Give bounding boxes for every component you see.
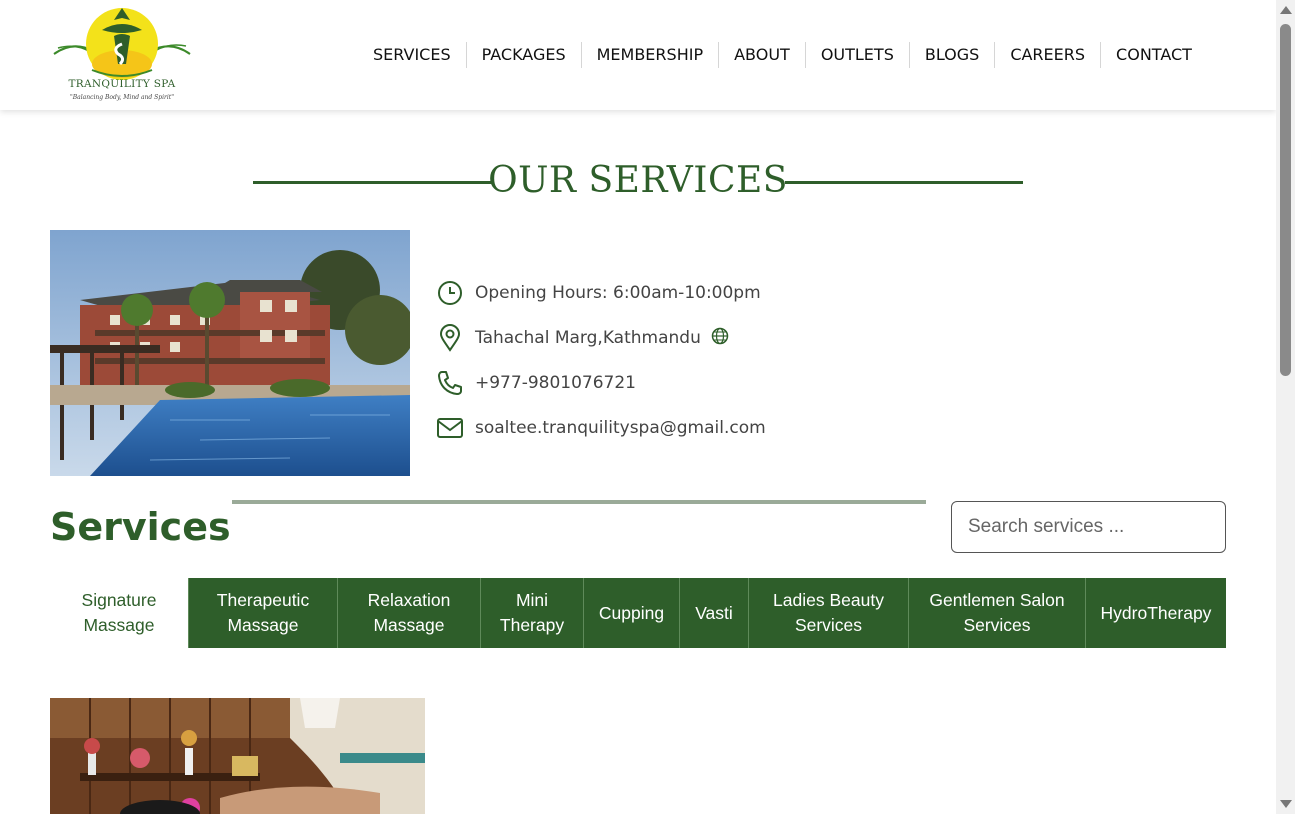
services-heading: Services: [50, 505, 231, 549]
tab-hydrotherapy[interactable]: HydroTherapy: [1085, 578, 1226, 648]
nav-blogs[interactable]: BLOGS: [908, 42, 994, 68]
phone[interactable]: +977-9801076721: [436, 360, 766, 405]
tab-vasti[interactable]: Vasti: [679, 578, 748, 648]
tab-signature-massage[interactable]: Signature Massage: [50, 578, 188, 648]
search-input[interactable]: [951, 501, 1226, 553]
service-tabs: Signature Massage Therapeutic Massage Re…: [50, 578, 1226, 648]
tab-relaxation-massage[interactable]: Relaxation Massage: [337, 578, 480, 648]
page-scrollbar[interactable]: [1276, 0, 1295, 814]
logo-wordmark: TRANQUILITY SPA: [68, 78, 176, 90]
tab-therapeutic-massage[interactable]: Therapeutic Massage: [188, 578, 337, 648]
email[interactable]: soaltee.tranquilityspa@gmail.com: [436, 405, 766, 450]
clock-icon: [436, 279, 464, 307]
service-photo[interactable]: [50, 698, 425, 814]
title-divider-left: [253, 181, 491, 184]
nav-services[interactable]: SERVICES: [358, 42, 466, 68]
nav-outlets[interactable]: OUTLETS: [804, 42, 909, 68]
opening-hours: Opening Hours: 6:00am-10:00pm: [436, 270, 766, 315]
phone-text[interactable]: +977-9801076721: [475, 373, 636, 393]
address-text: Tahachal Marg,Kathmandu: [475, 327, 701, 348]
outlet-info: Opening Hours: 6:00am-10:00pm Tahachal M…: [436, 270, 766, 450]
title-divider-right: [785, 181, 1023, 184]
nav-membership[interactable]: MEMBERSHIP: [580, 42, 718, 68]
outlet-photo: [50, 230, 410, 476]
mail-icon: [436, 414, 464, 442]
tab-gentlemen-salon-services[interactable]: Gentlemen Salon Services: [908, 578, 1085, 648]
tab-cupping[interactable]: Cupping: [583, 578, 679, 648]
scroll-thumb[interactable]: [1280, 24, 1291, 376]
logo-emblem-icon: [53, 8, 191, 80]
scroll-up-icon[interactable]: [1280, 6, 1292, 14]
email-text[interactable]: soaltee.tranquilityspa@gmail.com: [475, 418, 766, 438]
services-divider: [232, 500, 926, 504]
logo[interactable]: [52, 4, 192, 106]
globe-icon[interactable]: [711, 327, 729, 349]
main-nav: SERVICES PACKAGES MEMBERSHIP ABOUT OUTLE…: [358, 42, 1207, 68]
opening-hours-text: Opening Hours: 6:00am-10:00pm: [475, 282, 761, 303]
nav-about[interactable]: ABOUT: [718, 42, 805, 68]
site-header: TRANQUILITY SPA "Balancing Body, Mind an…: [0, 0, 1276, 110]
nav-contact[interactable]: CONTACT: [1100, 42, 1207, 68]
nav-packages[interactable]: PACKAGES: [465, 42, 581, 68]
phone-icon: [436, 369, 464, 397]
address: Tahachal Marg,Kathmandu: [436, 315, 766, 360]
section-title: OUR SERVICES: [0, 160, 1276, 201]
nav-careers[interactable]: CAREERS: [994, 42, 1100, 68]
page-title: OUR SERVICES: [488, 160, 788, 201]
logo-tagline: "Balancing Body, Mind and Spirit": [70, 94, 174, 101]
scroll-down-icon[interactable]: [1280, 800, 1292, 808]
map-pin-icon: [436, 323, 464, 352]
tab-mini-therapy[interactable]: Mini Therapy: [480, 578, 583, 648]
tab-ladies-beauty-services[interactable]: Ladies Beauty Services: [748, 578, 908, 648]
